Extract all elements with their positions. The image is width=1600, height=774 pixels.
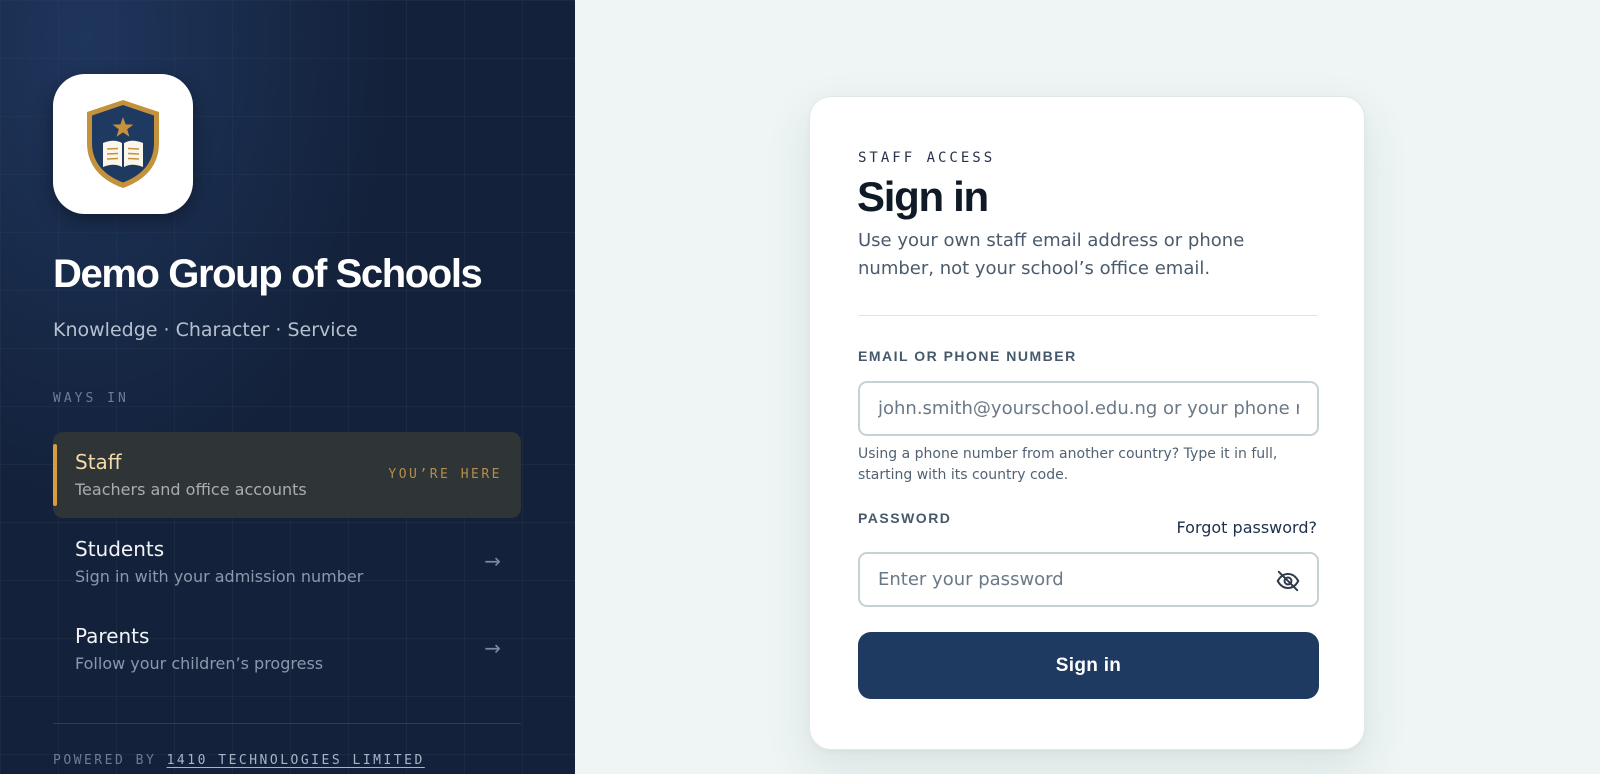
card-divider [858,315,1318,316]
access-eyebrow: STAFF ACCESS [858,150,996,166]
sign-in-button[interactable]: Sign in [858,632,1319,699]
school-name: Demo Group of Schools [53,252,483,296]
arrow-right-icon: → [484,636,501,660]
current-badge: YOU’RE HERE [388,467,502,482]
powered-by-label: POWERED BY [53,753,157,768]
eye-off-icon[interactable] [1275,568,1301,594]
way-in-students[interactable]: Students Sign in with your admission num… [53,519,521,605]
way-in-title: Parents [75,624,150,648]
signin-card: STAFF ACCESS Sign in Use your own staff … [809,96,1365,750]
way-in-subtitle: Teachers and office accounts [75,480,307,499]
page-title: Sign in [857,173,989,220]
password-field-box [858,552,1319,607]
school-tagline: Knowledge · Character · Service [53,319,358,341]
signin-description: Use your own staff email address or phon… [858,230,1245,279]
shield-book-star-icon [87,100,159,188]
powered-by: POWERED BY 1410 TECHNOLOGIES LIMITED [53,753,425,768]
email-field-box [858,381,1319,436]
way-in-parents[interactable]: Parents Follow your children’s progress … [53,606,521,692]
way-in-staff[interactable]: Staff Teachers and office accounts YOU’R… [53,432,521,518]
brand-panel: Demo Group of Schools Knowledge · Charac… [0,0,575,774]
school-logo [53,74,193,214]
password-field[interactable] [878,569,1299,590]
email-field[interactable] [878,398,1299,419]
way-in-subtitle: Follow your children’s progress [75,654,324,673]
signin-area: STAFF ACCESS Sign in Use your own staff … [575,0,1600,774]
email-hint: Using a phone number from another countr… [858,446,1278,483]
company-link[interactable]: 1410 TECHNOLOGIES LIMITED [167,753,425,768]
email-label: EMAIL OR PHONE NUMBER [858,348,1077,364]
footer-divider [53,723,521,724]
way-in-subtitle: Sign in with your admission number [75,567,364,586]
way-in-title: Students [75,537,165,561]
arrow-right-icon: → [484,549,501,573]
ways-in-heading: WAYS IN [53,391,129,406]
way-in-title: Staff [75,450,122,474]
forgot-password-link[interactable]: Forgot password? [1177,518,1317,537]
password-label: PASSWORD [858,510,952,526]
